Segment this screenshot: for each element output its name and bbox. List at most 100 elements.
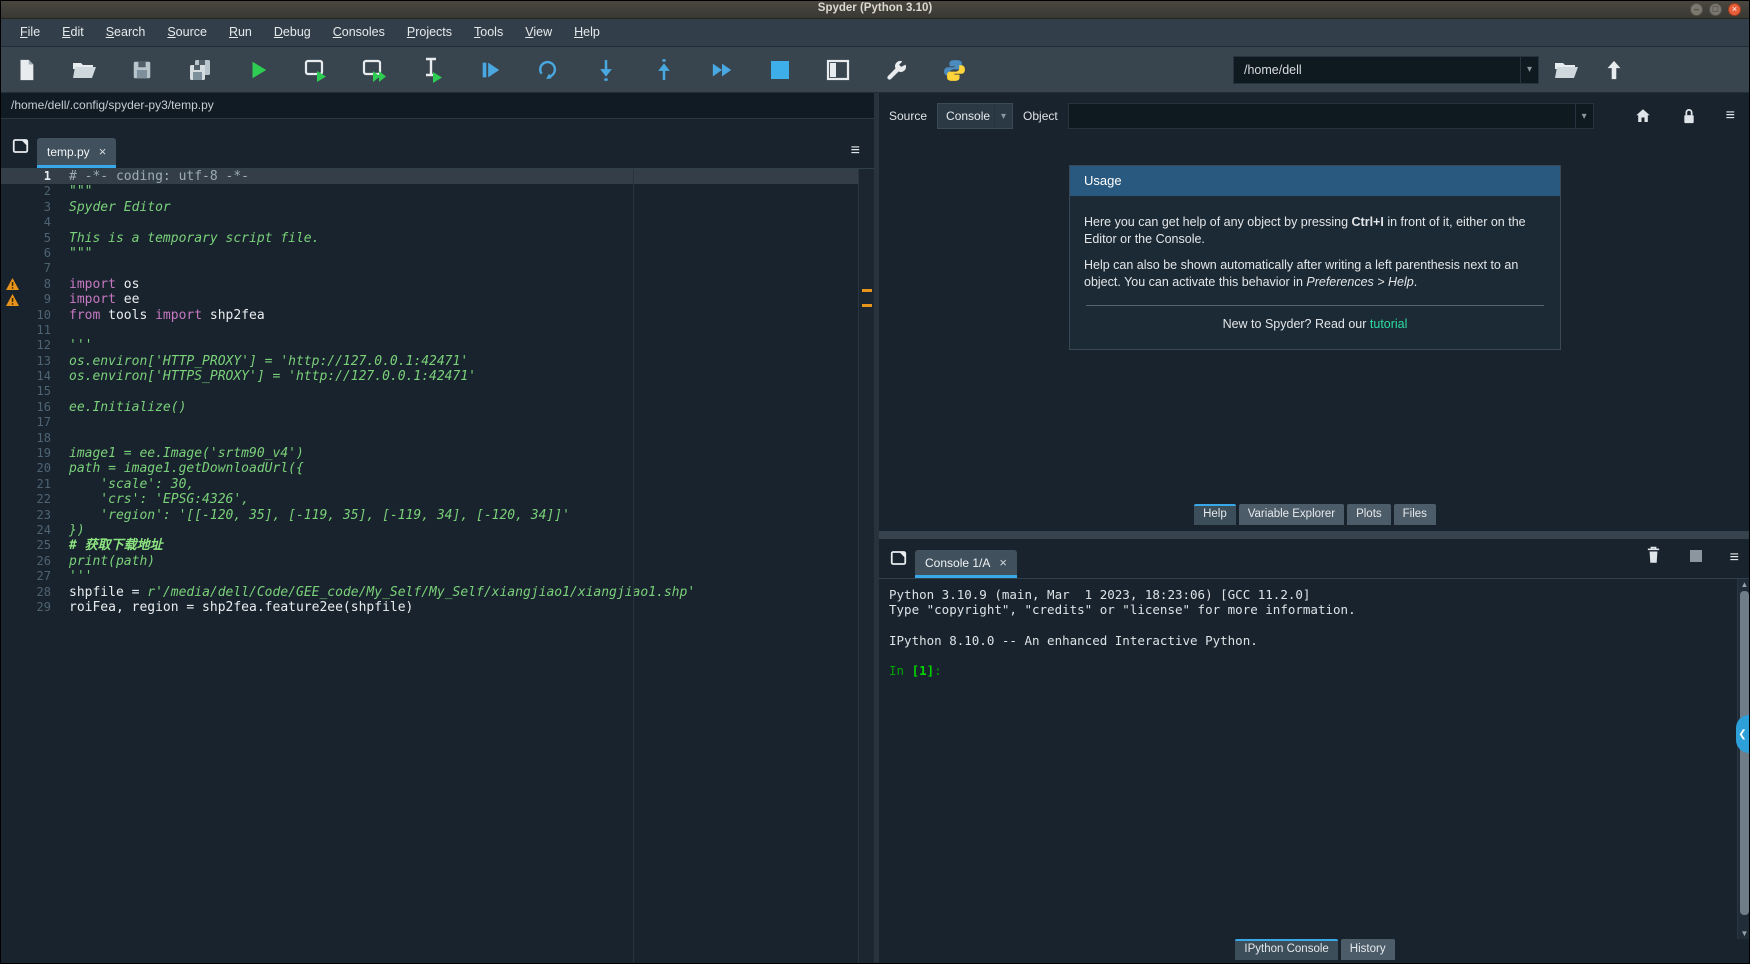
chevron-down-icon[interactable]: ▾ [1575,104,1593,128]
lock-icon[interactable] [1678,107,1700,126]
object-combo[interactable]: ▾ [1068,103,1594,129]
menu-item-consoles[interactable]: Consoles [322,19,396,46]
code-line[interactable]: 22 'crs': 'EPSG:4326', [1,492,874,507]
code-line[interactable]: 23 'region': '[[-120, 35], [-119, 35], [… [1,508,874,523]
open-file-icon[interactable] [71,57,97,83]
code-line[interactable]: 4 [1,215,874,230]
save-all-icon[interactable] [187,57,213,83]
tab-console-1a[interactable]: Console 1/A × [915,550,1017,578]
maximize-pane-icon[interactable] [825,57,851,83]
scroll-warning-mark[interactable] [862,289,872,292]
code-line[interactable]: 17 [1,415,874,430]
menu-item-run[interactable]: Run [218,19,263,46]
code-line[interactable]: 8import os [1,277,874,292]
horizontal-splitter[interactable] [879,531,1750,539]
help-options-menu-icon[interactable]: ≡ [1726,107,1735,125]
code-line[interactable]: 10from tools import shp2fea [1,308,874,323]
code-line[interactable]: 19image1 = ee.Image('srtm90_v4') [1,446,874,461]
save-icon[interactable] [129,57,155,83]
code-line[interactable]: 9import ee [1,292,874,307]
chevron-down-icon[interactable]: ▾ [994,104,1012,128]
stop-icon[interactable] [767,57,793,83]
code-line[interactable]: 20path = image1.getDownloadUrl({ [1,461,874,476]
python-logo-icon[interactable] [941,57,967,83]
close-tab-icon[interactable]: × [999,557,1007,569]
close-icon[interactable]: × [1728,3,1741,16]
code-line[interactable]: 15 [1,384,874,399]
browse-tabs-icon[interactable] [889,549,908,572]
step-out-icon[interactable] [651,57,677,83]
code-line[interactable]: 6""" [1,246,874,261]
code-line[interactable]: 11 [1,323,874,338]
step-into-icon[interactable] [593,57,619,83]
menu-item-debug[interactable]: Debug [263,19,322,46]
code-line[interactable]: 25# 获取下载地址 [1,538,874,553]
working-directory-combo[interactable]: /home/dell ▾ [1233,56,1539,84]
trash-icon[interactable] [1645,545,1662,570]
code-line[interactable]: 12''' [1,338,874,353]
code-editor[interactable]: 1# -*- coding: utf-8 -*-2"""3Spyder Edit… [1,169,874,964]
tab-plots[interactable]: Plots [1347,504,1391,525]
warning-icon[interactable] [1,278,23,290]
tab-temp-py[interactable]: temp.py × [37,138,116,168]
code-line[interactable]: 13os.environ['HTTP_PROXY'] = 'http://127… [1,354,874,369]
code-line[interactable]: 1# -*- coding: utf-8 -*- [1,169,874,184]
tab-history[interactable]: History [1341,939,1395,960]
code-line[interactable]: 16ee.Initialize() [1,400,874,415]
tab-files[interactable]: Files [1394,504,1436,525]
run-selection-icon[interactable] [419,57,445,83]
menu-item-tools[interactable]: Tools [463,19,514,46]
menu-item-search[interactable]: Search [95,19,157,46]
new-file-icon[interactable] [13,57,39,83]
scrollbar-thumb[interactable] [1740,591,1749,915]
continue-icon[interactable] [535,57,561,83]
code-line[interactable]: 21 'scale': 30, [1,477,874,492]
run-cell-advance-icon[interactable] [361,57,387,83]
menu-item-file[interactable]: File [9,19,51,46]
editor-options-menu-icon[interactable]: ≡ [851,142,860,160]
editor-scrollbar[interactable] [858,169,874,964]
console-output[interactable]: Python 3.10.9 (main, Mar 1 2023, 18:23:0… [879,579,1750,939]
console-scrollbar[interactable]: ▲ ▼ [1737,579,1750,939]
debug-file-icon[interactable] [477,57,503,83]
code-line[interactable]: 27''' [1,569,874,584]
menu-item-help[interactable]: Help [563,19,611,46]
parent-directory-icon[interactable] [1601,57,1627,83]
maximize-icon[interactable]: □ [1709,3,1722,16]
run-icon[interactable] [245,57,271,83]
preferences-wrench-icon[interactable] [883,57,909,83]
code-line[interactable]: 5This is a temporary script file. [1,231,874,246]
chevron-down-icon[interactable]: ▾ [1520,57,1538,83]
code-line[interactable]: 7 [1,261,874,276]
tab-help[interactable]: Help [1194,504,1236,525]
code-line[interactable]: 24}) [1,523,874,538]
menu-item-edit[interactable]: Edit [51,19,95,46]
code-line[interactable]: 2""" [1,184,874,199]
menu-item-view[interactable]: View [514,19,563,46]
minimize-icon[interactable]: – [1690,3,1703,16]
source-combo[interactable]: Console ▾ [937,103,1013,129]
menu-item-source[interactable]: Source [156,19,218,46]
code-line[interactable]: 26print(path) [1,554,874,569]
collapse-panel-icon[interactable]: ❮ [1736,715,1749,753]
interrupt-square-icon[interactable] [1690,549,1702,567]
open-directory-icon[interactable] [1553,57,1579,83]
code-line[interactable]: 3Spyder Editor [1,200,874,215]
close-tab-icon[interactable]: × [99,146,107,158]
menu-icon[interactable]: ≡ [1730,549,1739,567]
scroll-warning-mark[interactable] [862,304,872,307]
code-line[interactable]: 29roiFea, region = shp2fea.feature2ee(sh… [1,600,874,615]
menu-item-projects[interactable]: Projects [396,19,463,46]
tab-variable-explorer[interactable]: Variable Explorer [1239,504,1344,525]
browse-tabs-icon[interactable] [11,137,30,160]
scroll-down-icon[interactable]: ▼ [1738,929,1750,938]
home-icon[interactable] [1632,107,1654,125]
fast-forward-icon[interactable] [709,57,735,83]
code-line[interactable]: 18 [1,431,874,446]
tutorial-link[interactable]: tutorial [1370,317,1408,331]
tab-ipython-console[interactable]: IPython Console [1235,939,1337,960]
scroll-up-icon[interactable]: ▲ [1738,580,1750,589]
console-prompt[interactable]: In [1]: [889,663,1727,678]
warning-icon[interactable] [1,294,23,306]
code-line[interactable]: 14os.environ['HTTPS_PROXY'] = 'http://12… [1,369,874,384]
